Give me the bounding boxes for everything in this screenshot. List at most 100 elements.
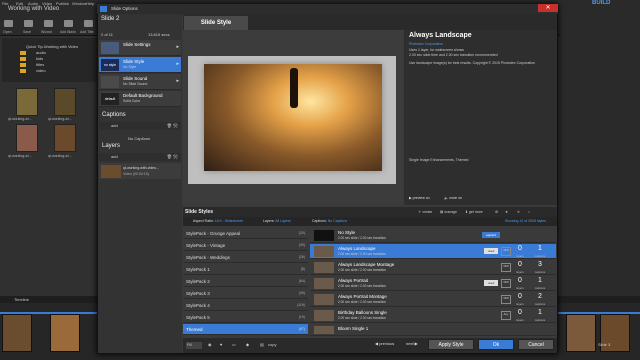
nav-slide-settings[interactable]: Slide Settings ▸	[99, 40, 181, 56]
style-row[interactable]: Always Portrait 2.00 sec slide / 2.00 se…	[310, 276, 556, 291]
file-thumbnail[interactable]	[54, 124, 76, 152]
captions-toolbar: add 🗑 ⚒	[99, 122, 181, 130]
aspect-filter[interactable]: Aspect Ratio: 16:9 - Widescreen	[193, 219, 243, 223]
tools-icon[interactable]: 🗑 ⚒	[167, 154, 178, 159]
stylepack-name: StylePack - Weddings	[186, 255, 230, 260]
style-row[interactable]: Bloom Single 1	[310, 324, 556, 336]
create-button[interactable]: ＋ create	[418, 210, 432, 215]
tree-titles[interactable]: titles	[36, 62, 44, 67]
captions-count: 1	[538, 277, 542, 284]
search-input[interactable]: Fill	[186, 342, 202, 349]
star-icon[interactable]: ★	[505, 210, 508, 214]
copy-button[interactable]: copy	[268, 342, 276, 347]
cancel-button[interactable]: Cancel	[518, 339, 554, 350]
preview-on-toggle[interactable]: ▶ preview on	[409, 196, 430, 200]
layers-toolbar: add 🗑 ⚒	[99, 153, 181, 161]
add-title-icon[interactable]	[84, 20, 93, 27]
captions-filter[interactable]: Captions: No Captions	[312, 219, 347, 223]
menu-help[interactable]: Help	[86, 1, 94, 6]
layer-thumbnail	[101, 165, 121, 178]
next-button[interactable]: next ▶	[406, 341, 418, 346]
mute-on-toggle[interactable]: 🔈 mute on	[444, 196, 462, 200]
gear-icon[interactable]: ⚙	[495, 210, 498, 214]
copy-icon[interactable]: ▤	[260, 342, 264, 347]
add-blank-icon[interactable]	[64, 20, 73, 27]
timeline-slide[interactable]	[50, 314, 80, 352]
stylepack-item[interactable]: StylePack 5 (19)	[183, 312, 308, 323]
captions-count: 1	[538, 309, 542, 316]
aspect-ratio-badge: Any	[501, 311, 511, 320]
layers-filter[interactable]: Layers: All Layers	[263, 219, 291, 223]
nav-slide-sound[interactable]: Slide Sound No Slide Sound ▸	[99, 74, 181, 90]
nav-default-background[interactable]: default Default Background Solid Color	[99, 91, 181, 107]
tab-slide-style[interactable]: Slide Style	[184, 16, 248, 30]
style-thumbnail	[314, 246, 334, 257]
close-icon[interactable]: ✕	[517, 210, 520, 214]
timeline-slide[interactable]	[2, 314, 32, 352]
add-blank-label: Add Blank	[60, 30, 76, 34]
stylepack-item[interactable]: StylePack 2 (64)	[183, 276, 308, 287]
eye-icon[interactable]: ◉	[208, 342, 212, 347]
style-row[interactable]: Always Portrait Montage 2.00 sec slide /…	[310, 292, 556, 307]
menu-window[interactable]: Window	[72, 1, 86, 6]
style-thumbnail	[314, 230, 334, 241]
stylepack-item[interactable]: StylePack 4 (119)	[183, 300, 308, 311]
chat-icon[interactable]: ▭	[232, 342, 236, 347]
add-layer-button[interactable]: add	[111, 154, 118, 159]
open-label: Open	[3, 30, 12, 34]
style-row[interactable]: No Style 2.00 sec slide / 2.00 sec trans…	[310, 228, 556, 243]
add-caption-button[interactable]: add	[111, 123, 118, 128]
style-row-selected[interactable]: Always Landscape 2.00 sec slide / 2.00 s…	[310, 244, 556, 259]
file-thumbnail[interactable]	[16, 124, 38, 152]
previous-button[interactable]: ◀ previous	[375, 341, 394, 346]
build-tab[interactable]: BUILD	[592, 0, 610, 6]
search-icon[interactable]: ⌕	[528, 210, 530, 214]
file-thumbnail[interactable]	[16, 88, 38, 116]
open-icon[interactable]	[4, 20, 13, 27]
captions-label: captions	[534, 302, 546, 306]
style-row[interactable]: Always Landscape Montage 2.00 sec slide …	[310, 260, 556, 275]
nav-title: Slide Sound	[123, 76, 148, 81]
ok-button[interactable]: Ok	[478, 339, 514, 350]
stylepack-item[interactable]: StylePack 1 (8)	[183, 264, 308, 275]
tree-video[interactable]: video	[36, 68, 46, 73]
stylepack-item[interactable]: StylePack - Grunge Appeal (20)	[183, 228, 308, 239]
stylepack-item[interactable]: StylePack 3 (35)	[183, 288, 308, 299]
nav-sub: Solid Color	[123, 99, 141, 103]
tree-root[interactable]: Quick Tip-Working with Video	[26, 44, 78, 49]
stylepack-item[interactable]: StylePack - Vintage (30)	[183, 240, 308, 251]
save-label: Save	[23, 30, 31, 34]
wizard-label: Wizard	[41, 30, 52, 34]
tag-icon[interactable]: ◆	[246, 342, 249, 347]
stylepack-item[interactable]: StylePack - Weddings (26)	[183, 252, 308, 263]
style-row[interactable]: Birthday Balloons Single 2.00 sec slide …	[310, 308, 556, 323]
chevron-right-icon: ▸	[176, 78, 179, 84]
tab-timeline[interactable]: Timeline	[14, 297, 29, 302]
heart-icon[interactable]: ♥	[220, 342, 222, 347]
app-title: Working with Video	[8, 6, 60, 12]
wizard-icon[interactable]	[44, 20, 53, 27]
tree-kids[interactable]: kids	[36, 56, 43, 61]
close-button[interactable]: ✕	[538, 4, 558, 12]
slide-nav[interactable]: 2 of 11	[101, 32, 113, 37]
styles-heading: Slide Styles	[185, 209, 214, 215]
nav-slide-style[interactable]: no style Slide Style No Style ▸	[99, 57, 181, 73]
nav-sub: No Style	[123, 65, 137, 69]
file-label: qt-working-wi...	[8, 117, 32, 121]
manage-button[interactable]: ▤ manage	[440, 210, 457, 214]
style-sub: 2.00 sec slide / 2.00 sec transition	[338, 236, 387, 240]
layers-count: 0	[518, 309, 522, 316]
get-more-button[interactable]: ⬇ get more	[465, 210, 483, 214]
style-author-link[interactable]: Photodex Corporation	[409, 42, 443, 46]
tools-icon[interactable]: 🗑 ⚒	[167, 123, 178, 128]
aspect-filter-label: Aspect Ratio:	[193, 219, 214, 223]
apply-style-button[interactable]: Apply Style	[428, 339, 474, 350]
stylepack-item-selected[interactable]: Themed (97)	[183, 324, 308, 335]
stylepack-count: (119)	[297, 303, 305, 307]
save-icon[interactable]	[24, 20, 33, 27]
file-thumbnail[interactable]	[54, 88, 76, 116]
tree-audio[interactable]: audio	[36, 50, 46, 55]
sound-icon	[101, 76, 119, 88]
settings-icon	[101, 42, 119, 54]
timeline-slide[interactable]	[566, 314, 596, 352]
